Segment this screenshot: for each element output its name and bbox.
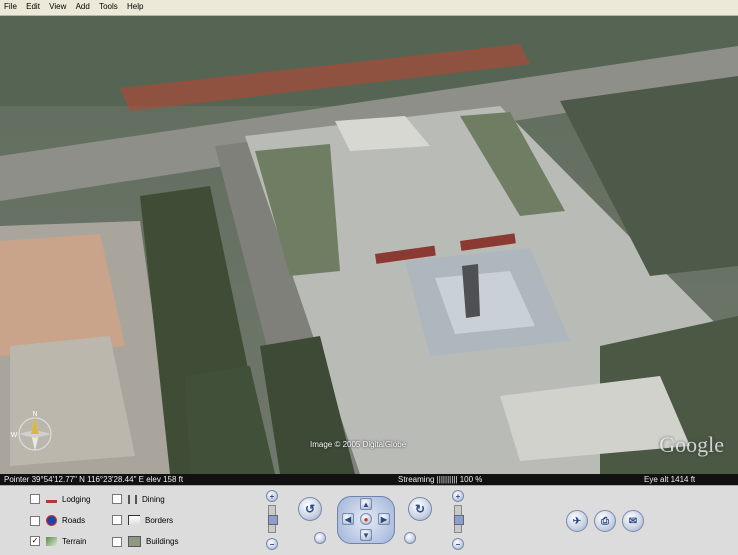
compass-w: W — [11, 432, 18, 439]
control-panel: Lodging Dining Roads Borders ✓ Terrain B… — [0, 485, 738, 555]
print-button[interactable]: ⎙ — [594, 510, 616, 532]
layer-lodging[interactable]: Lodging — [30, 494, 90, 504]
email-button[interactable]: ✉ — [622, 510, 644, 532]
zoom-slider[interactable] — [268, 505, 278, 533]
status-bar: Pointer 39°54'12.77" N 116°23'28.44" E e… — [0, 474, 738, 485]
dining-checkbox[interactable] — [112, 494, 122, 504]
tilt-right-button[interactable] — [404, 532, 416, 544]
tilt-slider[interactable] — [454, 505, 464, 533]
roads-checkbox[interactable] — [30, 515, 40, 526]
center-button[interactable]: ● — [360, 513, 372, 525]
layer-dining[interactable]: Dining — [112, 494, 165, 504]
layer-terrain[interactable]: ✓ Terrain — [30, 536, 86, 546]
compass-rose[interactable]: N W — [10, 409, 60, 459]
streaming-status: Streaming |||||||||| 100 % — [398, 475, 483, 484]
pan-down-button[interactable]: ▼ — [360, 529, 372, 541]
fork-knife-icon — [128, 494, 137, 504]
menu-file[interactable]: File — [0, 0, 20, 11]
layer-roads[interactable]: Roads — [30, 515, 85, 526]
borders-checkbox[interactable] — [112, 515, 122, 525]
tilt-up-button[interactable]: + — [452, 490, 464, 502]
layer-label: Borders — [145, 515, 174, 525]
placemark-icon: ✈ — [572, 515, 582, 527]
compass-icon: N W — [11, 411, 52, 451]
google-watermark: Google — [659, 432, 724, 457]
envelope-icon: ✉ — [628, 515, 638, 527]
buildings-checkbox[interactable] — [112, 536, 122, 547]
terrain-checkbox[interactable]: ✓ — [30, 536, 40, 546]
layer-buildings[interactable]: Buildings — [112, 536, 178, 547]
satellite-imagery — [0, 16, 738, 474]
map-viewport[interactable]: N W Image © 2005 DigitalGlobe Google — [0, 16, 738, 474]
zoom-in-button[interactable]: + — [266, 490, 278, 502]
zoom-slider-knob[interactable] — [268, 515, 278, 525]
layer-borders[interactable]: Borders — [112, 515, 173, 525]
layer-label: Terrain — [62, 536, 87, 546]
menu-help[interactable]: Help — [123, 0, 146, 11]
tilt-down-button[interactable]: − — [452, 538, 464, 550]
rotate-left-button[interactable]: ↺ — [298, 497, 322, 521]
layer-label: Dining — [142, 494, 165, 504]
menu-add[interactable]: Add — [72, 0, 93, 11]
layer-label: Buildings — [146, 537, 179, 546]
tilt-left-button[interactable] — [314, 532, 326, 544]
tilt-slider-knob[interactable] — [454, 515, 464, 525]
pointer-coordinates: Pointer 39°54'12.77" N 116°23'28.44" E e… — [4, 475, 184, 484]
building-icon — [128, 536, 141, 547]
pan-left-button[interactable]: ◀ — [342, 513, 354, 525]
rotate-right-button[interactable]: ↻ — [408, 497, 432, 521]
compass-n: N — [32, 411, 37, 418]
flag-icon — [128, 515, 140, 525]
mountain-icon — [46, 536, 57, 546]
road-shield-icon — [46, 515, 57, 526]
menu-tools[interactable]: Tools — [95, 0, 121, 11]
menu-view[interactable]: View — [45, 0, 69, 11]
eye-altitude: Eye alt 1414 ft — [644, 475, 696, 484]
bed-icon — [46, 495, 57, 503]
menu-bar: File Edit View Add Tools Help — [0, 0, 738, 16]
layer-label: Lodging — [62, 494, 91, 504]
print-icon: ⎙ — [601, 515, 609, 527]
pan-right-button[interactable]: ▶ — [378, 513, 390, 525]
menu-edit[interactable]: Edit — [22, 0, 43, 11]
zoom-out-button[interactable]: − — [266, 538, 278, 550]
lodging-checkbox[interactable] — [30, 494, 40, 504]
placemark-button[interactable]: ✈ — [566, 510, 588, 532]
layer-label: Roads — [62, 516, 86, 525]
imagery-credit: Image © 2005 DigitalGlobe — [310, 440, 407, 449]
pan-up-button[interactable]: ▲ — [360, 498, 372, 510]
